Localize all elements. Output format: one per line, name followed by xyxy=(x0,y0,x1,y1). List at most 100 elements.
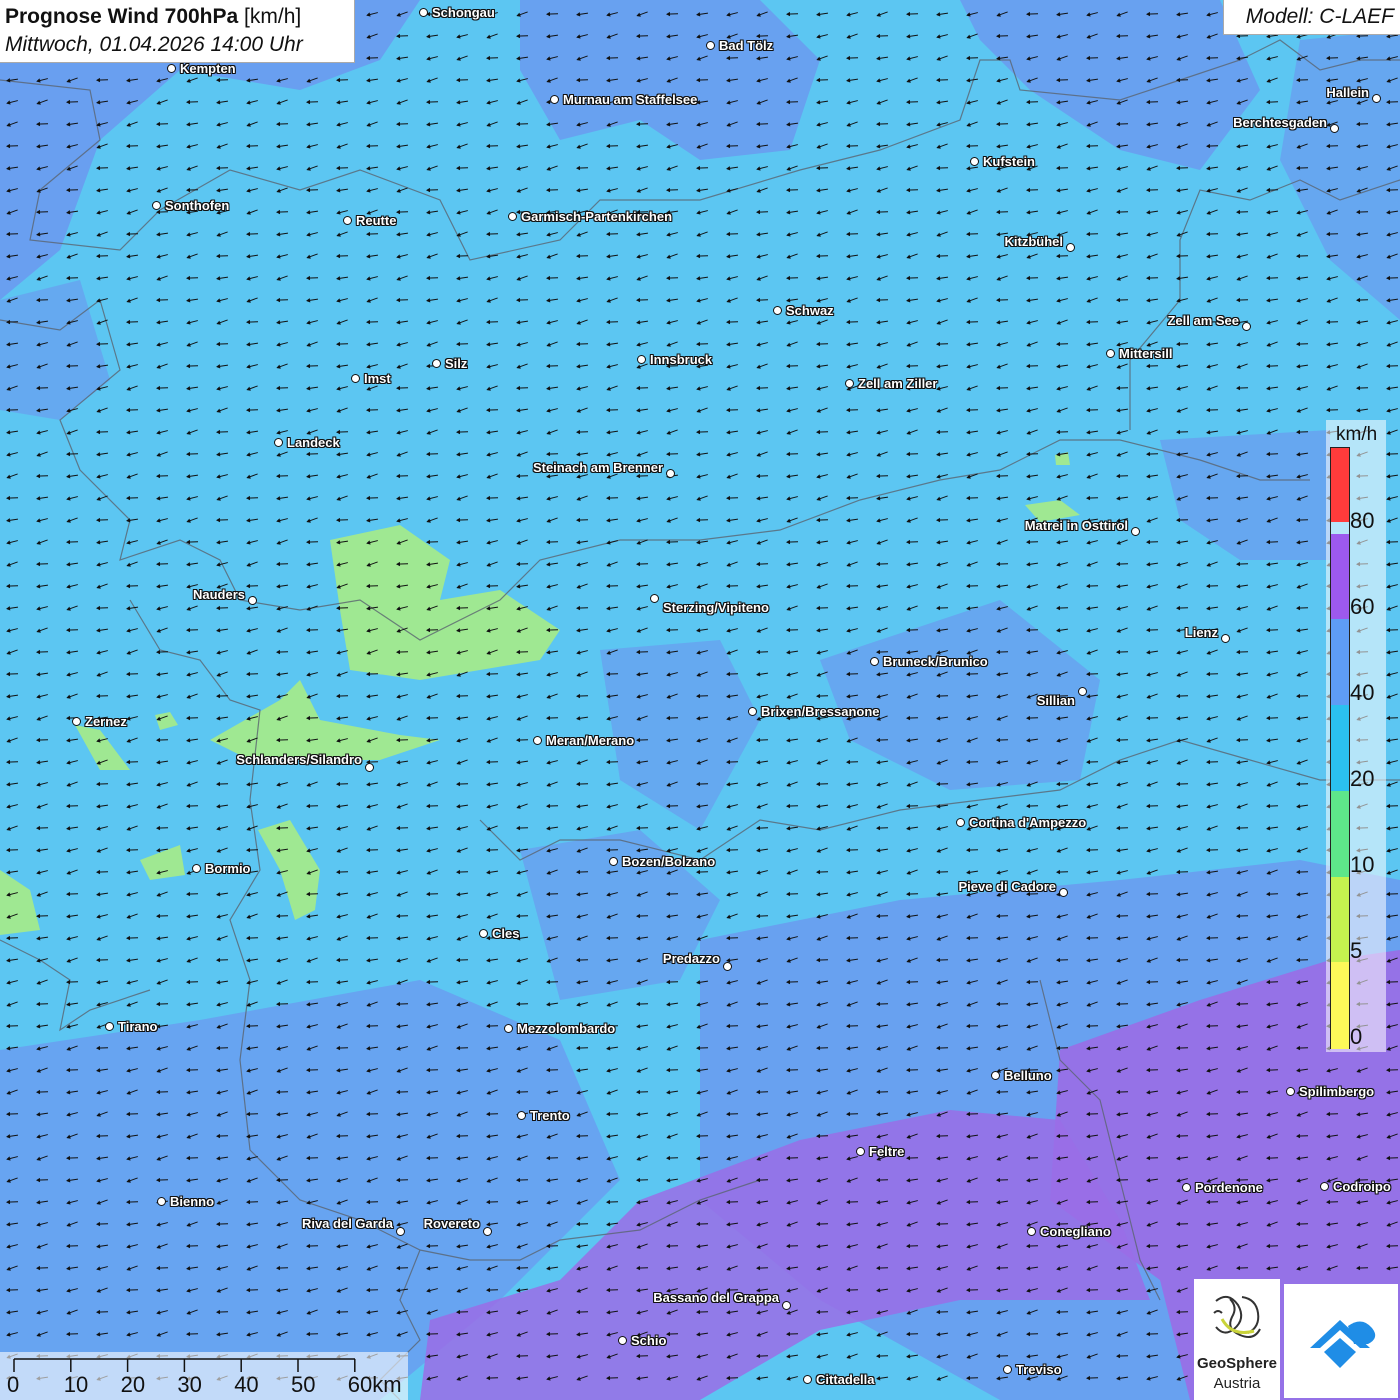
scale-label: 30 xyxy=(177,1372,202,1397)
legend-segment xyxy=(1331,533,1349,621)
city-label[interactable]: Cortina d'Ampezzo xyxy=(969,815,1086,830)
scale-label: 10 xyxy=(63,1372,89,1397)
city-marker xyxy=(192,864,201,873)
wind-field-1 xyxy=(520,0,820,160)
city-label[interactable]: Mezzolombardo xyxy=(517,1021,615,1036)
city-marker xyxy=(1221,634,1230,643)
scale-bar xyxy=(0,1352,408,1400)
legend-tick-label: 60 xyxy=(1350,594,1375,619)
city-marker xyxy=(343,216,352,225)
city-label[interactable]: Landeck xyxy=(287,435,340,450)
city-marker xyxy=(970,157,979,166)
city-label[interactable]: Hallein xyxy=(1326,85,1369,100)
city-label[interactable]: Zernez xyxy=(85,714,127,729)
city-marker xyxy=(550,95,559,104)
legend-segment xyxy=(1331,619,1349,707)
legend-colorbar xyxy=(1330,447,1350,1049)
city-marker xyxy=(396,1227,405,1236)
city-label[interactable]: Nauders xyxy=(193,587,245,602)
forecast-datetime: Mittwoch, 01.04.2026 14:00 Uhr xyxy=(5,33,303,56)
city-label[interactable]: Cittadella xyxy=(816,1372,875,1387)
city-label[interactable]: Mittersill xyxy=(1119,346,1172,361)
city-marker xyxy=(1372,94,1381,103)
legend-tick-label: 0 xyxy=(1350,1024,1363,1049)
city-label[interactable]: Bad Tölz xyxy=(719,38,773,53)
city-label[interactable]: Zell am See xyxy=(1167,313,1239,328)
city-label[interactable]: Pieve di Cadore xyxy=(958,879,1056,894)
city-marker xyxy=(105,1022,114,1031)
legend-tick-label: 40 xyxy=(1350,680,1375,705)
legend-segment xyxy=(1331,705,1349,792)
scale-label: 50 xyxy=(291,1372,316,1397)
scale-bar-graphic xyxy=(13,1358,356,1372)
city-label[interactable]: Meran/Merano xyxy=(546,733,634,748)
city-label[interactable]: Trento xyxy=(530,1108,570,1123)
city-label[interactable]: Imst xyxy=(364,371,391,386)
city-label[interactable]: Kempten xyxy=(180,61,236,76)
city-label[interactable]: Silz xyxy=(445,356,467,371)
city-label[interactable]: Matrei in Osttirol xyxy=(1025,518,1128,533)
city-marker xyxy=(1330,124,1339,133)
city-label[interactable]: Bassano del Grappa xyxy=(653,1290,779,1305)
geosphere-swirl-icon xyxy=(1213,1295,1261,1338)
map-title: Prognose Wind 700hPa [km/h] xyxy=(5,5,301,29)
city-label[interactable]: Codroipo xyxy=(1333,1179,1391,1194)
city-label[interactable]: Treviso xyxy=(1016,1362,1062,1377)
city-label[interactable]: Predazzo xyxy=(663,951,720,966)
city-label[interactable]: Brixen/Bressanone xyxy=(761,704,880,719)
city-label[interactable]: Sterzing/Vipiteno xyxy=(663,600,769,615)
city-label[interactable]: Lienz xyxy=(1185,625,1218,640)
city-label[interactable]: Riva del Garda xyxy=(302,1216,393,1231)
city-marker xyxy=(1003,1365,1012,1374)
city-label[interactable]: Schongau xyxy=(432,5,495,20)
city-label[interactable]: Pordenone xyxy=(1195,1180,1263,1195)
scale-label: 0 xyxy=(7,1372,20,1397)
city-label[interactable]: Kufstein xyxy=(983,154,1035,169)
weather-app-icon xyxy=(1310,1320,1376,1368)
city-marker xyxy=(274,438,283,447)
city-label[interactable]: Bruneck/Brunico xyxy=(883,654,988,669)
city-marker xyxy=(618,1336,627,1345)
wind-forecast-map[interactable]: Prognose Wind 700hPa [km/h] Mittwoch, 01… xyxy=(0,0,1400,1400)
city-label[interactable]: Tirano xyxy=(118,1019,158,1034)
city-label[interactable]: Steinach am Brenner xyxy=(533,460,663,475)
city-label[interactable]: Rovereto xyxy=(424,1216,480,1231)
legend-tick-label: 5 xyxy=(1350,938,1363,963)
city-label[interactable]: Sillian xyxy=(1037,693,1075,708)
city-label[interactable]: Kitzbühel xyxy=(1005,234,1064,249)
city-label[interactable]: Schio xyxy=(631,1333,666,1348)
city-marker xyxy=(508,212,517,221)
city-label[interactable]: Sonthofen xyxy=(165,198,229,213)
city-label[interactable]: Bozen/Bolzano xyxy=(622,854,715,869)
city-label[interactable]: Innsbruck xyxy=(650,352,712,367)
city-label[interactable]: Bormio xyxy=(205,861,251,876)
legend-unit: km/h xyxy=(1336,424,1378,445)
city-marker xyxy=(483,1227,492,1236)
city-marker xyxy=(479,929,488,938)
city-marker xyxy=(1131,527,1140,536)
city-marker xyxy=(856,1147,865,1156)
legend-segment xyxy=(1331,962,1349,1049)
city-label[interactable]: Schwaz xyxy=(786,303,834,318)
city-label[interactable]: Zell am Ziller xyxy=(858,376,937,391)
scale-label: 20 xyxy=(120,1372,146,1397)
city-marker xyxy=(845,379,854,388)
city-label[interactable]: Cles xyxy=(492,926,519,941)
city-label[interactable]: Reutte xyxy=(356,213,396,228)
title-box: Prognose Wind 700hPa [km/h] Mittwoch, 01… xyxy=(0,0,355,63)
city-label[interactable]: Bienno xyxy=(170,1194,214,1209)
city-label[interactable]: Conegliano xyxy=(1040,1224,1111,1239)
city-label[interactable]: Spilimbergo xyxy=(1299,1084,1374,1099)
map-title-unit: [km/h] xyxy=(244,5,302,28)
model-label: Modell: C-LAEF xyxy=(1245,5,1394,28)
city-label[interactable]: Murnau am Staffelsee xyxy=(563,92,697,107)
city-label[interactable]: Schlanders/Silandro xyxy=(236,752,362,767)
city-label[interactable]: Feltre xyxy=(869,1144,904,1159)
city-label[interactable]: Belluno xyxy=(1004,1068,1052,1083)
geosphere-logo[interactable]: GeoSphere Austria xyxy=(1194,1279,1280,1400)
legend-segment xyxy=(1331,790,1349,878)
weather-app-logo[interactable] xyxy=(1284,1284,1398,1398)
city-label[interactable]: Berchtesgaden xyxy=(1233,115,1327,130)
geosphere-sub: Austria xyxy=(1213,1375,1261,1392)
city-label[interactable]: Garmisch-Partenkirchen xyxy=(521,209,672,224)
